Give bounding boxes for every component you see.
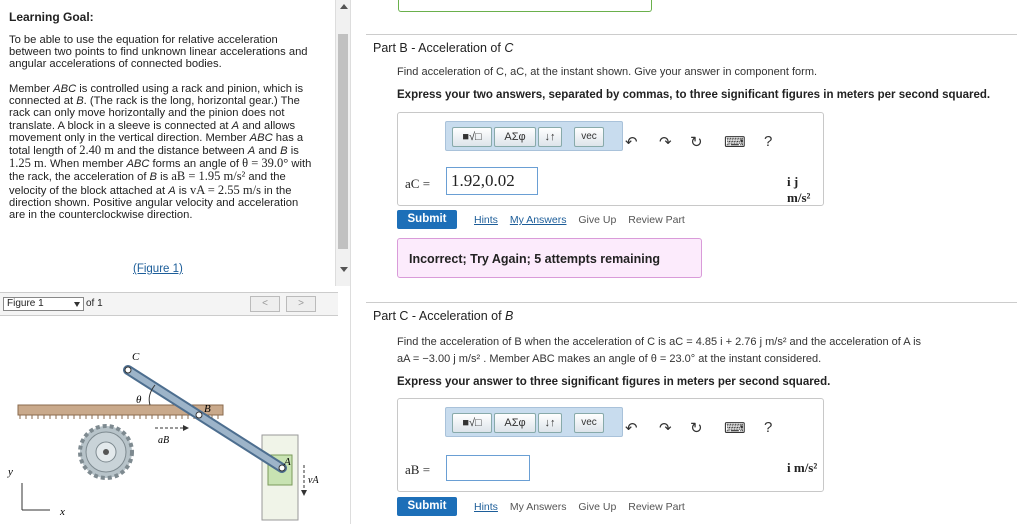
figure-1-link[interactable]: (Figure 1) [133,263,183,275]
scroll-down-button[interactable] [336,262,351,276]
part-b-submit-button[interactable]: Submit [397,210,457,229]
part-c-links: Hints My Answers Give Up Review Part [474,501,694,513]
learning-goal-scrollbar[interactable] [335,0,351,286]
part-c-hints-link[interactable]: Hints [474,501,498,513]
scroll-up-button[interactable] [336,0,351,14]
vec-button[interactable]: vec [574,413,604,433]
part-b-links: Hints My Answers Give Up Review Part [474,214,694,226]
figure-select[interactable]: Figure 1 [3,297,84,311]
templates-button[interactable]: ■√□ [452,127,492,147]
part-c-instruction-2: aA = −3.00 j m/s² . Member ABC makes an … [397,353,822,365]
undo-icon[interactable]: ↶ [625,419,638,437]
part-c-bold-instruction: Express your answer to three significant… [397,376,831,388]
label-c: C [132,351,140,363]
redo-icon[interactable]: ↷ [659,133,672,151]
left-panel: Learning Goal: To be able to use the equ… [0,0,338,524]
label-x: x [59,506,65,518]
rack-pinion-diagram: C B A θ aB vA y x [7,351,319,521]
va-arrow [301,465,307,496]
reset-icon[interactable]: ↻ [690,419,703,437]
chevron-down-icon [340,267,348,272]
rack-teeth [19,415,219,419]
part-b-my-answers-link[interactable]: My Answers [510,214,567,226]
label-a: A [283,456,291,468]
scroll-thumb[interactable] [338,34,348,249]
part-c-submit-button[interactable]: Submit [397,497,457,516]
greek-symbols-button[interactable]: AΣφ [494,127,536,147]
part-b-give-up-link[interactable]: Give Up [578,214,616,226]
label-va: vA [308,475,319,486]
divider [366,302,1017,303]
help-icon[interactable]: ? [764,133,772,150]
part-b-answer-box: ■√□ AΣφ ↓↑ vec ↶ ↷ ↻ ⌨ ? aC = 1.92,0.02 … [397,112,824,206]
vec-button[interactable]: vec [574,127,604,147]
label-theta: θ [136,394,142,406]
greek-symbols-button[interactable]: AΣφ [494,413,536,433]
part-c-equation-toolbar: ■√□ AΣφ ↓↑ vec [445,407,623,437]
right-panel: Part B - Acceleration of C Find accelera… [351,0,1024,524]
templates-button[interactable]: ■√□ [452,413,492,433]
figure-1: C B A θ aB vA y x [0,315,338,524]
next-figure-button[interactable]: > [286,296,316,312]
part-b-instruction: Find acceleration of C, aC, at the insta… [397,66,818,78]
figure-count: of 1 [86,298,103,309]
prev-figure-button[interactable]: < [250,296,280,312]
part-c-give-up-link[interactable]: Give Up [578,501,616,513]
chevron-down-icon [74,302,80,307]
part-c-answer-box: ■√□ AΣφ ↓↑ vec ↶ ↷ ↻ ⌨ ? aB = i m/s² [397,398,824,492]
part-c-title[interactable]: Part C - Acceleration of B [373,309,513,323]
previous-feedback-box [398,0,652,12]
learning-goal-paragraph-2: Member ABC is controlled using a rack an… [9,83,312,222]
part-b-equation-toolbar: ■√□ AΣφ ↓↑ vec [445,121,623,151]
part-b-bold-instruction: Express your two answers, separated by c… [397,89,991,101]
arrows-button[interactable]: ↓↑ [538,127,562,147]
learning-goal: Learning Goal: To be able to use the equ… [0,0,322,288]
undo-icon[interactable]: ↶ [625,133,638,151]
chevron-up-icon [340,4,348,9]
part-c-review-part-link[interactable]: Review Part [628,501,685,513]
label-ab: aB [158,435,169,446]
part-c-answer-label: aB = [405,462,431,477]
divider [366,34,1017,35]
pinion-gear [78,424,134,480]
ab-arrow [155,425,189,431]
part-b-units: i j m/s² [787,174,811,205]
arrows-button[interactable]: ↓↑ [538,413,562,433]
part-b-feedback: Incorrect; Try Again; 5 attempts remaini… [397,238,702,278]
part-c-instruction-1: Find the acceleration of B when the acce… [397,336,922,348]
help-icon[interactable]: ? [764,419,772,436]
redo-icon[interactable]: ↷ [659,419,672,437]
part-b-hints-link[interactable]: Hints [474,214,498,226]
keyboard-icon[interactable]: ⌨ [724,419,746,437]
part-b-title[interactable]: Part B - Acceleration of C [373,41,513,55]
reset-icon[interactable]: ↻ [690,133,703,151]
learning-goal-paragraph-1: To be able to use the equation for relat… [9,34,308,71]
part-b-answer-label: aC = [405,176,431,191]
keyboard-icon[interactable]: ⌨ [724,133,746,151]
part-b-review-part-link[interactable]: Review Part [628,214,685,226]
part-c-units: i m/s² [787,460,818,475]
part-b-answer-input[interactable]: 1.92,0.02 [446,167,538,195]
xy-axes [21,483,50,511]
part-c-answer-input[interactable] [446,455,530,481]
label-y: y [7,466,13,478]
figure-nav-bar: Figure 1 of 1 < > [0,292,338,316]
learning-goal-title: Learning Goal: [9,10,94,24]
label-b: B [204,403,211,415]
part-c-my-answers-link[interactable]: My Answers [510,501,567,513]
